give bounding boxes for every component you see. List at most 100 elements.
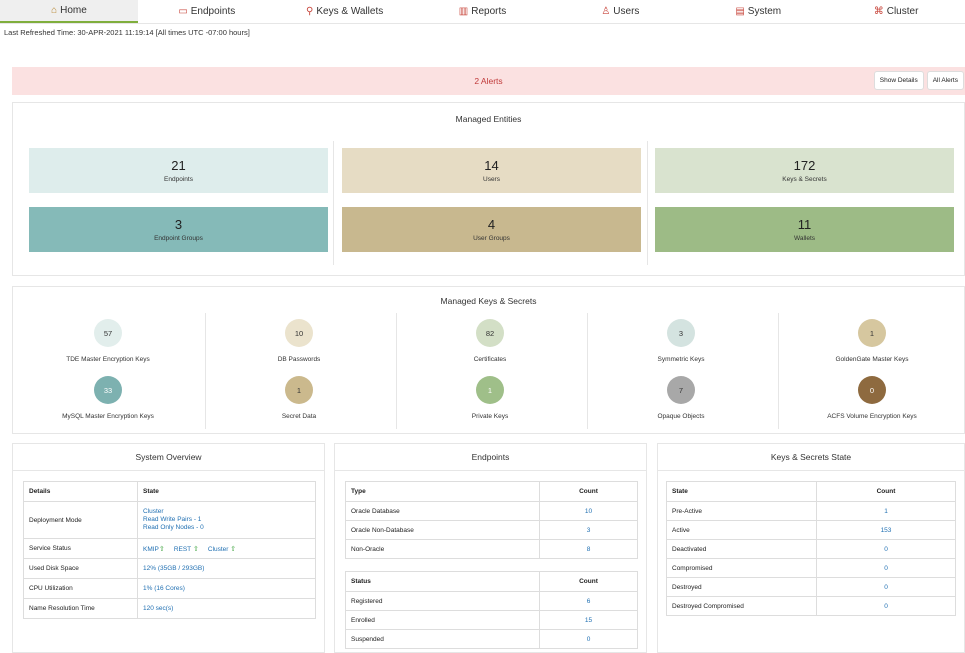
disk-space-link[interactable]: 12% (35GB / 293GB) bbox=[143, 565, 204, 572]
endpoint-types-table: Type Count Oracle Database 10 Oracle Non… bbox=[345, 481, 638, 559]
key-acfs-volume[interactable]: 0 ACFS Volume Encryption Keys bbox=[777, 376, 965, 420]
key-type-label: TDE Master Encryption Keys bbox=[66, 356, 150, 363]
table-row: Destroyed 0 bbox=[666, 577, 956, 597]
count-circle: 1 bbox=[285, 376, 313, 404]
count-circle: 57 bbox=[94, 319, 122, 347]
key-certificates[interactable]: 82 Certificates bbox=[395, 319, 585, 363]
endpoint-type-count[interactable]: 8 bbox=[587, 546, 591, 553]
table-row: Non-Oracle 8 bbox=[345, 539, 638, 559]
nav-tab-reports[interactable]: ▥ Reports bbox=[414, 0, 552, 23]
nav-tab-endpoints[interactable]: ▭ Endpoints bbox=[138, 0, 276, 23]
key-state-count[interactable]: 0 bbox=[884, 565, 888, 572]
keys-state-table: State Count Pre-Active 1 Active 153 Deac… bbox=[666, 481, 956, 616]
home-icon: ⌂ bbox=[51, 5, 58, 16]
last-refreshed-text: Last Refreshed Time: 30-APR-2021 11:19:1… bbox=[4, 28, 250, 37]
endpoint-status-count[interactable]: 15 bbox=[585, 617, 592, 624]
read-only-nodes-link[interactable]: Read Only Nodes - 0 bbox=[143, 524, 204, 531]
nav-tab-label: Endpoints bbox=[190, 6, 236, 17]
tile-users[interactable]: 14 Users bbox=[342, 148, 641, 193]
nav-tab-home[interactable]: ⌂ Home bbox=[0, 0, 138, 23]
row-label: Deployment Mode bbox=[23, 501, 138, 539]
table-row: Oracle Database 10 bbox=[345, 501, 638, 521]
endpoint-type-count[interactable]: 3 bbox=[587, 527, 591, 534]
tile-keys-secrets[interactable]: 172 Keys & Secrets bbox=[655, 148, 954, 193]
nav-tab-users[interactable]: ♙ Users bbox=[551, 0, 689, 23]
endpoint-status-count[interactable]: 0 bbox=[587, 636, 591, 643]
tile-label: Users bbox=[483, 176, 500, 183]
tile-endpoint-groups[interactable]: 3 Endpoint Groups bbox=[29, 207, 328, 252]
kmip-service-link[interactable]: KMIP bbox=[143, 546, 159, 553]
key-state-name: Deactivated bbox=[666, 539, 817, 559]
deployment-mode-link[interactable]: Cluster bbox=[143, 508, 164, 515]
cluster-icon: ⌘ bbox=[873, 6, 884, 17]
key-secret-data[interactable]: 1 Secret Data bbox=[204, 376, 394, 420]
key-mysql-master[interactable]: 33 MySQL Master Encryption Keys bbox=[13, 376, 203, 420]
key-state-count[interactable]: 0 bbox=[884, 546, 888, 553]
table-row: Name Resolution Time 120 sec(s) bbox=[23, 598, 316, 619]
column-header: Type bbox=[345, 481, 540, 502]
alerts-count[interactable]: 2 Alerts bbox=[474, 76, 502, 86]
nav-tab-label: Cluster bbox=[886, 6, 919, 17]
key-type-label: Secret Data bbox=[281, 413, 317, 420]
tile-label: Keys & Secrets bbox=[782, 176, 827, 183]
count-circle: 33 bbox=[94, 376, 122, 404]
tile-value: 21 bbox=[171, 158, 186, 173]
key-type-label: Certificates bbox=[473, 356, 507, 363]
system-overview-table: Details State Deployment Mode Cluster Re… bbox=[23, 481, 316, 619]
key-state-count[interactable]: 0 bbox=[884, 603, 888, 610]
key-private-keys[interactable]: 1 Private Keys bbox=[395, 376, 585, 420]
nav-tab-system[interactable]: ▤ System bbox=[689, 0, 827, 23]
key-db-passwords[interactable]: 10 DB Passwords bbox=[204, 319, 394, 363]
tile-user-groups[interactable]: 4 User Groups bbox=[342, 207, 641, 252]
key-type-label: MySQL Master Encryption Keys bbox=[62, 413, 154, 420]
show-details-button[interactable]: Show Details bbox=[873, 71, 924, 90]
key-state-count[interactable]: 0 bbox=[884, 584, 888, 591]
key-type-label: GoldenGate Master Keys bbox=[835, 356, 909, 363]
key-symmetric[interactable]: 3 Symmetric Keys bbox=[586, 319, 776, 363]
key-state-count[interactable]: 1 bbox=[884, 508, 888, 515]
key-icon: ⚲ bbox=[306, 6, 314, 17]
managed-keys-title: Managed Keys & Secrets bbox=[440, 296, 537, 306]
count-circle: 0 bbox=[858, 376, 886, 404]
table-row: Enrolled 15 bbox=[345, 610, 638, 630]
system-overview-title: System Overview bbox=[13, 444, 324, 471]
key-type-label: DB Passwords bbox=[277, 356, 321, 363]
key-state-name: Compromised bbox=[666, 558, 817, 578]
nav-tab-keys-wallets[interactable]: ⚲ Keys & Wallets bbox=[276, 0, 414, 23]
table-row: Compromised 0 bbox=[666, 558, 956, 578]
tile-endpoints[interactable]: 21 Endpoints bbox=[29, 148, 328, 193]
key-goldengate-master[interactable]: 1 GoldenGate Master Keys bbox=[777, 319, 965, 363]
column-header: Count bbox=[539, 481, 638, 502]
endpoint-status-count[interactable]: 6 bbox=[587, 598, 591, 605]
all-alerts-button[interactable]: All Alerts bbox=[926, 71, 964, 90]
cpu-utilization-link[interactable]: 1% (16 Cores) bbox=[143, 585, 185, 592]
count-circle: 1 bbox=[858, 319, 886, 347]
endpoints-panel: Endpoints Type Count Oracle Database 10 … bbox=[334, 443, 647, 653]
rest-service-link[interactable]: REST bbox=[174, 546, 191, 553]
endpoint-type-count[interactable]: 10 bbox=[585, 508, 592, 515]
key-state-count[interactable]: 153 bbox=[881, 527, 892, 534]
key-state-name: Active bbox=[666, 520, 817, 540]
keys-secrets-state-panel: Keys & Secrets State State Count Pre-Act… bbox=[657, 443, 965, 653]
divider bbox=[333, 141, 334, 265]
nav-tab-label: Home bbox=[60, 5, 87, 16]
column-header: Count bbox=[539, 571, 638, 592]
status-up-icon: ⇧ bbox=[158, 545, 165, 553]
key-opaque-objects[interactable]: 7 Opaque Objects bbox=[586, 376, 776, 420]
table-row: Deactivated 0 bbox=[666, 539, 956, 559]
table-row: Oracle Non-Database 3 bbox=[345, 520, 638, 540]
column-header: State bbox=[137, 481, 316, 502]
key-type-label: ACFS Volume Encryption Keys bbox=[827, 413, 917, 420]
managed-entities-title: Managed Entities bbox=[455, 114, 522, 124]
tile-wallets[interactable]: 11 Wallets bbox=[655, 207, 954, 252]
cluster-service-link[interactable]: Cluster bbox=[208, 546, 229, 553]
key-tde-master[interactable]: 57 TDE Master Encryption Keys bbox=[13, 319, 203, 363]
key-state-name: Pre-Active bbox=[666, 501, 817, 521]
endpoint-status-name: Registered bbox=[345, 591, 540, 611]
read-write-pairs-link[interactable]: Read Write Pairs - 1 bbox=[143, 516, 201, 523]
nav-tab-cluster[interactable]: ⌘ Cluster bbox=[827, 0, 965, 23]
count-circle: 82 bbox=[476, 319, 504, 347]
managed-keys-panel: Managed Keys & Secrets 57 TDE Master Enc… bbox=[12, 286, 965, 434]
tile-label: Endpoint Groups bbox=[154, 235, 203, 242]
resolution-time-link[interactable]: 120 sec(s) bbox=[143, 605, 173, 612]
